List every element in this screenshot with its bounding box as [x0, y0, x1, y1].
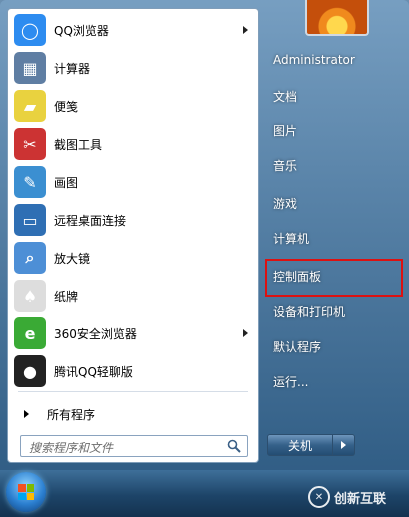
search-placeholder: 搜索程序和文件 [29, 441, 114, 455]
program-item[interactable]: ✂ 截图工具 [12, 126, 254, 162]
watermark-text: 创新互联 [334, 491, 387, 507]
solitaire-icon: ♠ [14, 280, 46, 312]
qq-penguin-icon: ● [14, 355, 46, 387]
submenu-arrow-icon[interactable] [243, 329, 248, 337]
expand-arrow-icon [24, 410, 29, 418]
program-label: 360安全浏览器 [54, 326, 137, 341]
right-item-documents[interactable]: 文档 [268, 81, 404, 111]
360-browser-icon: e [14, 317, 46, 349]
program-label: 放大镜 [54, 251, 91, 266]
qq-browser-icon: ◯ [14, 14, 46, 46]
program-label: 计算器 [54, 61, 91, 76]
right-item-label: 文档 [273, 89, 298, 104]
paint-icon: ✎ [14, 166, 46, 198]
right-item-pictures[interactable]: 图片 [268, 115, 404, 145]
shutdown-options-button[interactable] [333, 434, 355, 456]
program-item[interactable]: ▦ 计算器 [12, 50, 254, 86]
watermark: ✕ 创新互联 [308, 482, 404, 512]
submenu-arrow-icon[interactable] [243, 26, 248, 34]
right-item-music[interactable]: 音乐 [268, 150, 404, 180]
right-item-label: 游戏 [273, 196, 298, 211]
right-item-devices-printers[interactable]: 设备和打印机 [268, 296, 404, 326]
search-input[interactable]: 搜索程序和文件 [20, 435, 248, 457]
right-item-user[interactable]: Administrator [268, 45, 404, 75]
right-item-label: 设备和打印机 [273, 304, 346, 319]
calculator-icon: ▦ [14, 52, 46, 84]
shutdown-button[interactable]: 关机 [267, 434, 333, 456]
chevron-right-icon [341, 441, 346, 449]
start-button[interactable] [6, 472, 46, 512]
snipping-tool-icon: ✂ [14, 128, 46, 160]
right-item-label: 图片 [273, 123, 298, 138]
program-label: 截图工具 [54, 137, 103, 152]
right-item-label: 运行... [273, 374, 309, 389]
program-label: 腾讯QQ轻聊版 [54, 364, 133, 379]
program-label: 远程桌面连接 [54, 213, 127, 228]
control-panel-highlight [265, 259, 403, 297]
divider [18, 391, 248, 392]
program-item[interactable]: ◯ QQ浏览器 [12, 12, 254, 48]
sticky-notes-icon: ▰ [14, 90, 46, 122]
program-item[interactable]: ♠ 纸牌 [12, 278, 254, 314]
all-programs-button[interactable]: 所有程序 [12, 400, 254, 428]
shutdown-label: 关机 [287, 438, 312, 453]
program-item[interactable]: ⌕ 放大镜 [12, 240, 254, 276]
right-item-run[interactable]: 运行... [268, 366, 404, 396]
right-item-label: 计算机 [273, 231, 310, 246]
right-item-computer[interactable]: 计算机 [268, 223, 404, 253]
all-programs-label: 所有程序 [47, 407, 96, 422]
program-item[interactable]: ✎ 画图 [12, 164, 254, 200]
program-item[interactable]: e 360安全浏览器 [12, 315, 254, 351]
right-item-label: 默认程序 [273, 339, 322, 354]
right-item-games[interactable]: 游戏 [268, 188, 404, 218]
program-label: 画图 [54, 175, 79, 190]
magnifier-icon: ⌕ [14, 242, 46, 274]
right-item-label: Administrator [273, 53, 355, 67]
program-item[interactable]: ▰ 便笺 [12, 88, 254, 124]
program-item[interactable]: ▭ 远程桌面连接 [12, 202, 254, 238]
start-menu: ◯ QQ浏览器 ▦ 计算器 ▰ 便笺 ✂ 截图工具 ✎ 画图 ▭ 远程桌面连接 ⌕ 放大镜 ♠ 纸牌 e 360安… [0, 0, 409, 470]
right-item-label: 音乐 [273, 158, 298, 173]
programs-pane: ◯ QQ浏览器 ▦ 计算器 ▰ 便笺 ✂ 截图工具 ✎ 画图 ▭ 远程桌面连接 ⌕ 放大镜 ♠ 纸牌 e 360安… [7, 8, 259, 463]
remote-desktop-icon: ▭ [14, 204, 46, 236]
user-avatar[interactable] [305, 0, 369, 36]
windows-logo-icon [18, 484, 34, 500]
program-item[interactable]: ● 腾讯QQ轻聊版 [12, 353, 254, 389]
watermark-logo-icon: ✕ [308, 486, 330, 508]
program-label: QQ浏览器 [54, 23, 109, 38]
program-label: 便笺 [54, 99, 79, 114]
right-item-default-programs[interactable]: 默认程序 [268, 331, 404, 361]
program-label: 纸牌 [54, 289, 79, 304]
search-icon[interactable] [227, 439, 241, 453]
